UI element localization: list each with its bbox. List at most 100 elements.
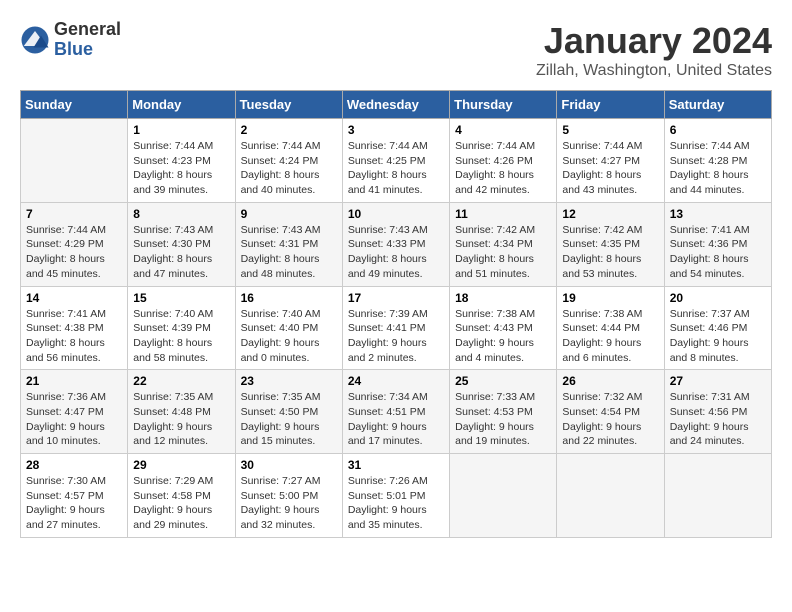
calendar-cell: 19 Sunrise: 7:38 AM Sunset: 4:44 PM Dayli… — [557, 286, 664, 370]
calendar-cell: 1 Sunrise: 7:44 AM Sunset: 4:23 PM Daylig… — [128, 119, 235, 203]
day-number: 20 — [670, 291, 766, 305]
day-info: Sunrise: 7:29 AM Sunset: 4:58 PM Dayligh… — [133, 474, 229, 533]
day-info: Sunrise: 7:44 AM Sunset: 4:23 PM Dayligh… — [133, 139, 229, 198]
day-info: Sunrise: 7:41 AM Sunset: 4:38 PM Dayligh… — [26, 307, 122, 366]
calendar-cell: 23Sunrise: 7:35 AM Sunset: 4:50 PM Dayli… — [235, 370, 342, 454]
calendar-cell: 10Sunrise: 7:43 AM Sunset: 4:33 PM Dayli… — [342, 202, 449, 286]
day-number: 25 — [455, 374, 551, 388]
weekday-header-row: SundayMondayTuesdayWednesdayThursdayFrid… — [21, 91, 772, 119]
day-info: Sunrise: 7:37 AM Sunset: 4:46 PM Dayligh… — [670, 307, 766, 366]
week-row-1: 1 Sunrise: 7:44 AM Sunset: 4:23 PM Daylig… — [21, 119, 772, 203]
title-section: January 2024 Zillah, Washington, United … — [536, 20, 772, 80]
calendar-cell: 14Sunrise: 7:41 AM Sunset: 4:38 PM Dayli… — [21, 286, 128, 370]
calendar-cell — [557, 454, 664, 538]
day-number: 5 — [562, 123, 658, 137]
day-info: Sunrise: 7:35 AM Sunset: 4:50 PM Dayligh… — [241, 390, 337, 449]
calendar-table: SundayMondayTuesdayWednesdayThursdayFrid… — [20, 90, 772, 538]
calendar-cell: 31 Sunrise: 7:26 AM Sunset: 5:01 PM Dayli… — [342, 454, 449, 538]
calendar-cell: 27 Sunrise: 7:31 AM Sunset: 4:56 PM Dayli… — [664, 370, 771, 454]
weekday-header-saturday: Saturday — [664, 91, 771, 119]
calendar-cell: 28Sunrise: 7:30 AM Sunset: 4:57 PM Dayli… — [21, 454, 128, 538]
day-info: Sunrise: 7:34 AM Sunset: 4:51 PM Dayligh… — [348, 390, 444, 449]
day-info: Sunrise: 7:44 AM Sunset: 4:24 PM Dayligh… — [241, 139, 337, 198]
calendar-title: January 2024 — [536, 20, 772, 62]
calendar-cell: 3Sunrise: 7:44 AM Sunset: 4:25 PM Daylig… — [342, 119, 449, 203]
calendar-cell: 6Sunrise: 7:44 AM Sunset: 4:28 PM Daylig… — [664, 119, 771, 203]
day-number: 3 — [348, 123, 444, 137]
day-info: Sunrise: 7:44 AM Sunset: 4:29 PM Dayligh… — [26, 223, 122, 282]
day-number: 26 — [562, 374, 658, 388]
day-info: Sunrise: 7:36 AM Sunset: 4:47 PM Dayligh… — [26, 390, 122, 449]
calendar-cell: 24 Sunrise: 7:34 AM Sunset: 4:51 PM Dayli… — [342, 370, 449, 454]
calendar-cell: 12 Sunrise: 7:42 AM Sunset: 4:35 PM Dayli… — [557, 202, 664, 286]
calendar-cell: 20 Sunrise: 7:37 AM Sunset: 4:46 PM Dayli… — [664, 286, 771, 370]
calendar-cell — [664, 454, 771, 538]
day-info: Sunrise: 7:44 AM Sunset: 4:27 PM Dayligh… — [562, 139, 658, 198]
day-info: Sunrise: 7:38 AM Sunset: 4:43 PM Dayligh… — [455, 307, 551, 366]
day-number: 27 — [670, 374, 766, 388]
day-number: 9 — [241, 207, 337, 221]
calendar-cell: 18 Sunrise: 7:38 AM Sunset: 4:43 PM Dayli… — [450, 286, 557, 370]
calendar-cell: 29 Sunrise: 7:29 AM Sunset: 4:58 PM Dayli… — [128, 454, 235, 538]
calendar-cell: 22 Sunrise: 7:35 AM Sunset: 4:48 PM Dayli… — [128, 370, 235, 454]
calendar-cell: 7 Sunrise: 7:44 AM Sunset: 4:29 PM Daylig… — [21, 202, 128, 286]
week-row-4: 21 Sunrise: 7:36 AM Sunset: 4:47 PM Dayli… — [21, 370, 772, 454]
calendar-cell: 26Sunrise: 7:32 AM Sunset: 4:54 PM Dayli… — [557, 370, 664, 454]
calendar-cell: 5 Sunrise: 7:44 AM Sunset: 4:27 PM Daylig… — [557, 119, 664, 203]
calendar-cell: 4 Sunrise: 7:44 AM Sunset: 4:26 PM Daylig… — [450, 119, 557, 203]
logo-general-text: General — [54, 20, 121, 40]
calendar-subtitle: Zillah, Washington, United States — [536, 62, 772, 80]
logo: General Blue — [20, 20, 121, 60]
day-info: Sunrise: 7:44 AM Sunset: 4:26 PM Dayligh… — [455, 139, 551, 198]
day-number: 29 — [133, 458, 229, 472]
calendar-cell: 13Sunrise: 7:41 AM Sunset: 4:36 PM Dayli… — [664, 202, 771, 286]
calendar-cell: 15 Sunrise: 7:40 AM Sunset: 4:39 PM Dayli… — [128, 286, 235, 370]
day-info: Sunrise: 7:30 AM Sunset: 4:57 PM Dayligh… — [26, 474, 122, 533]
day-number: 8 — [133, 207, 229, 221]
day-number: 13 — [670, 207, 766, 221]
day-number: 19 — [562, 291, 658, 305]
day-number: 2 — [241, 123, 337, 137]
day-number: 24 — [348, 374, 444, 388]
calendar-cell: 16Sunrise: 7:40 AM Sunset: 4:40 PM Dayli… — [235, 286, 342, 370]
week-row-5: 28Sunrise: 7:30 AM Sunset: 4:57 PM Dayli… — [21, 454, 772, 538]
day-info: Sunrise: 7:43 AM Sunset: 4:33 PM Dayligh… — [348, 223, 444, 282]
day-number: 18 — [455, 291, 551, 305]
day-number: 30 — [241, 458, 337, 472]
header: General Blue January 2024 Zillah, Washin… — [20, 20, 772, 80]
day-number: 21 — [26, 374, 122, 388]
day-info: Sunrise: 7:43 AM Sunset: 4:31 PM Dayligh… — [241, 223, 337, 282]
day-info: Sunrise: 7:40 AM Sunset: 4:40 PM Dayligh… — [241, 307, 337, 366]
day-number: 1 — [133, 123, 229, 137]
week-row-3: 14Sunrise: 7:41 AM Sunset: 4:38 PM Dayli… — [21, 286, 772, 370]
calendar-cell — [21, 119, 128, 203]
day-number: 7 — [26, 207, 122, 221]
calendar-cell: 8 Sunrise: 7:43 AM Sunset: 4:30 PM Daylig… — [128, 202, 235, 286]
day-number: 12 — [562, 207, 658, 221]
weekday-header-wednesday: Wednesday — [342, 91, 449, 119]
day-info: Sunrise: 7:43 AM Sunset: 4:30 PM Dayligh… — [133, 223, 229, 282]
day-number: 6 — [670, 123, 766, 137]
day-info: Sunrise: 7:35 AM Sunset: 4:48 PM Dayligh… — [133, 390, 229, 449]
calendar-cell: 21 Sunrise: 7:36 AM Sunset: 4:47 PM Dayli… — [21, 370, 128, 454]
weekday-header-friday: Friday — [557, 91, 664, 119]
day-number: 31 — [348, 458, 444, 472]
calendar-cell: 25Sunrise: 7:33 AM Sunset: 4:53 PM Dayli… — [450, 370, 557, 454]
day-number: 15 — [133, 291, 229, 305]
logo-blue-text: Blue — [54, 40, 121, 60]
day-number: 17 — [348, 291, 444, 305]
day-info: Sunrise: 7:42 AM Sunset: 4:35 PM Dayligh… — [562, 223, 658, 282]
calendar-cell: 17Sunrise: 7:39 AM Sunset: 4:41 PM Dayli… — [342, 286, 449, 370]
day-info: Sunrise: 7:26 AM Sunset: 5:01 PM Dayligh… — [348, 474, 444, 533]
calendar-cell: 11Sunrise: 7:42 AM Sunset: 4:34 PM Dayli… — [450, 202, 557, 286]
day-number: 22 — [133, 374, 229, 388]
day-info: Sunrise: 7:38 AM Sunset: 4:44 PM Dayligh… — [562, 307, 658, 366]
day-info: Sunrise: 7:40 AM Sunset: 4:39 PM Dayligh… — [133, 307, 229, 366]
day-number: 11 — [455, 207, 551, 221]
day-info: Sunrise: 7:31 AM Sunset: 4:56 PM Dayligh… — [670, 390, 766, 449]
day-info: Sunrise: 7:27 AM Sunset: 5:00 PM Dayligh… — [241, 474, 337, 533]
calendar-cell: 2 Sunrise: 7:44 AM Sunset: 4:24 PM Daylig… — [235, 119, 342, 203]
day-number: 4 — [455, 123, 551, 137]
weekday-header-tuesday: Tuesday — [235, 91, 342, 119]
weekday-header-sunday: Sunday — [21, 91, 128, 119]
